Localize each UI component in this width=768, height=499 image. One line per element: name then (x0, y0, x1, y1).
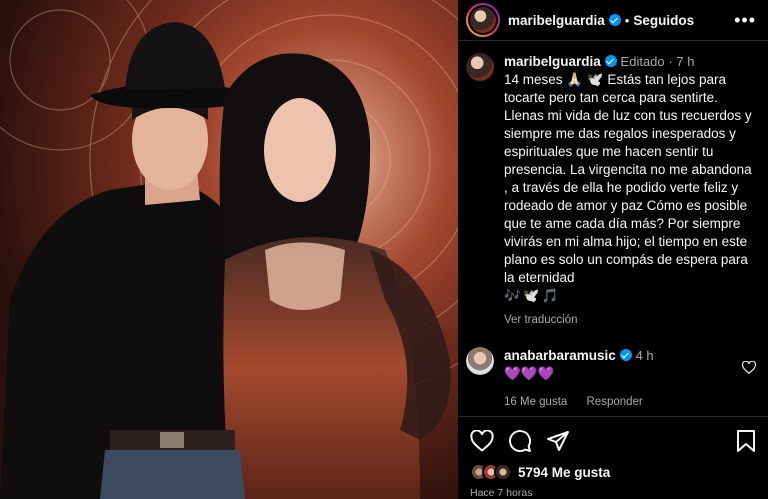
caption-username[interactable]: maribelguardia (504, 54, 601, 69)
save-bookmark-icon[interactable] (736, 429, 756, 453)
author-avatar (470, 7, 496, 34)
liker-avatars[interactable] (470, 463, 512, 481)
comment-likes[interactable]: 16 Me gusta (504, 396, 567, 408)
comment-item: anabarbaramusic 4 h 💜💜💜 16 Me gusta Resp… (466, 347, 756, 411)
caption-emojis: 🎶🕊️🎵 (504, 288, 561, 304)
post-footer: 5794 Me gusta Hace 7 horas (458, 416, 768, 499)
photo-illustration (0, 0, 458, 499)
comment-text: 💜💜💜 (504, 366, 555, 382)
author-avatar-ring[interactable] (466, 3, 500, 38)
author-username[interactable]: maribelguardia (508, 13, 605, 28)
caption: maribelguardia Editado · 7 h 14 meses 🙏🏻… (466, 53, 756, 329)
reply-button[interactable]: Responder (587, 396, 643, 408)
comment-bubble-icon[interactable] (508, 429, 532, 453)
comment-time[interactable]: 4 h (636, 348, 654, 363)
verified-badge-icon (619, 349, 632, 362)
comment-avatar[interactable] (466, 347, 494, 376)
comments-scroll-area[interactable]: maribelguardia Editado · 7 h 14 meses 🙏🏻… (458, 41, 768, 416)
see-translation-link[interactable]: Ver traducción (504, 311, 756, 329)
likes-count[interactable]: 5794 Me gusta (518, 465, 610, 480)
caption-edited-label: Editado (620, 54, 665, 70)
action-bar (470, 425, 756, 457)
caption-body: maribelguardia Editado · 7 h 14 meses 🙏🏻… (504, 53, 756, 329)
likes-row: 5794 Me gusta (470, 463, 756, 481)
comment-like-heart-icon[interactable] (742, 361, 756, 375)
caption-avatar[interactable] (466, 53, 494, 82)
post-header: maribelguardia • Seguidos ••• (458, 0, 768, 42)
comment-username[interactable]: anabarbaramusic (504, 348, 616, 363)
verified-badge-icon (608, 14, 621, 27)
post-modal: maribelguardia • Seguidos ••• maribelgua… (0, 0, 768, 499)
post-timestamp[interactable]: Hace 7 horas (470, 487, 756, 499)
comment-body: anabarbaramusic 4 h 💜💜💜 16 Me gusta Resp… (504, 347, 654, 411)
more-dots-icon[interactable]: ••• (734, 11, 756, 29)
caption-text: 14 meses 🙏🏻 🕊️ Estás tan lejos para toca… (504, 72, 752, 286)
post-photo[interactable] (0, 0, 458, 499)
post-side-panel: maribelguardia • Seguidos ••• maribelgua… (458, 0, 768, 499)
follow-status-button[interactable]: Seguidos (633, 13, 694, 28)
verified-badge-icon (604, 55, 617, 68)
share-send-icon[interactable] (546, 429, 570, 453)
like-heart-icon[interactable] (470, 430, 494, 452)
caption-time[interactable]: 7 h (676, 54, 694, 69)
separator-dot: • (624, 12, 630, 28)
